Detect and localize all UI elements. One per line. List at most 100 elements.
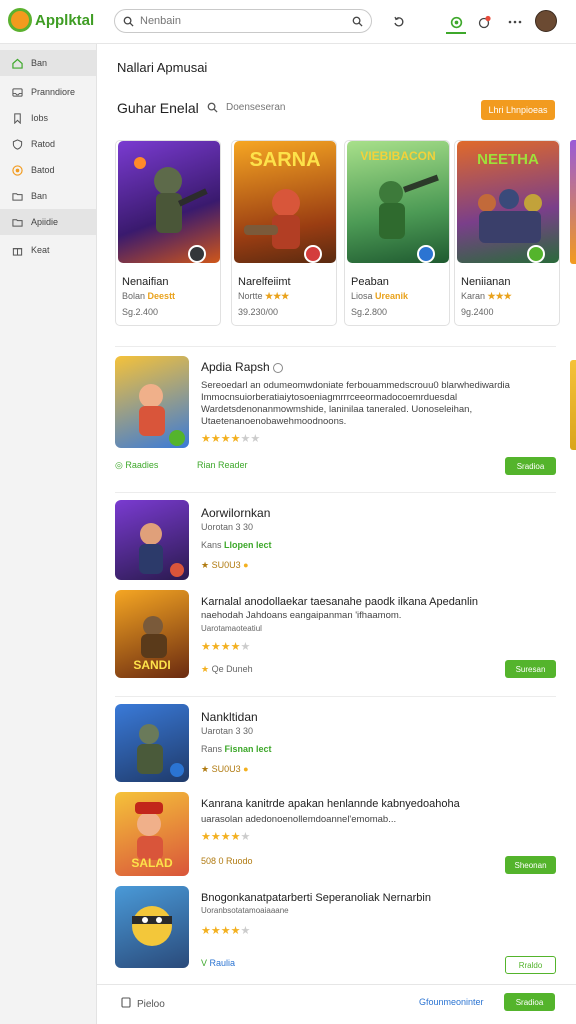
sidebar-item-batod[interactable]: Batod	[0, 157, 96, 183]
game-card[interactable]: VIEBIBACON Peaban Liosa Ureanik Sg.2.800	[344, 140, 450, 326]
search-box[interactable]	[114, 9, 372, 33]
tag-readies[interactable]: ◎ Raadies	[115, 460, 158, 471]
rating-stars: ★★★★★★	[201, 432, 260, 445]
top-bar: Applktal	[0, 0, 576, 44]
game-art: NEETHA	[457, 141, 559, 263]
user-avatar[interactable]	[535, 10, 557, 32]
footer-left[interactable]: Pieloo	[121, 997, 165, 1011]
logo-mark-icon	[8, 8, 32, 32]
list-item[interactable]: SALAD Kanrana kanitrde apakan henlannde …	[115, 792, 556, 882]
game-art	[118, 141, 220, 263]
game-price: 39.230/00	[238, 307, 279, 317]
game-title: Karnalal anodollaekar taesanahe paodk il…	[201, 596, 479, 608]
game-price: Sg.2.800	[351, 307, 388, 317]
platform-badge-icon	[417, 245, 435, 263]
notification-icon[interactable]	[475, 12, 495, 32]
sidebar-item-label: Ban	[31, 191, 48, 201]
folder-icon	[12, 217, 23, 228]
game-meta: 508 0 Ruodo	[201, 856, 253, 866]
list-item[interactable]: Apdia Rapsh Sereoedarl an odumeomwdoniat…	[115, 356, 556, 482]
book-icon	[121, 997, 131, 1011]
section-action-button[interactable]: Lhri Lhnpioeas	[481, 100, 555, 120]
game-thumbnail	[115, 500, 189, 580]
info-icon[interactable]	[273, 362, 284, 373]
bookmark-icon	[12, 112, 23, 124]
game-title: Kanrana kanitrde apakan henlannde kabnye…	[201, 798, 460, 810]
tag-reader[interactable]: Rian Reader	[197, 460, 248, 470]
game-card[interactable]: Nenaifian Bolan Deestt Sg.2.400	[115, 140, 221, 326]
stars-icon: ★★★★★★	[201, 433, 261, 445]
game-art: VIEBIBACON	[347, 141, 449, 263]
section-title: Guhar Enelal	[117, 100, 199, 116]
search-submit-icon[interactable]	[352, 16, 363, 27]
sidebar-item-label: Iobs	[31, 113, 49, 123]
game-art-title: SALAD	[131, 856, 173, 870]
game-art-title: SANDI	[133, 658, 171, 672]
install-button[interactable]: Sradioa	[505, 457, 556, 475]
sidebar-item-label: Apiidie	[31, 217, 59, 227]
page-title: Nallari Apmusai	[117, 60, 208, 75]
game-price: 9g.2400	[461, 307, 494, 317]
list-item[interactable]: SANDI Karnalal anodollaekar taesanahe pa…	[115, 590, 556, 700]
sidebar-item-bookmarks[interactable]: Iobs	[0, 105, 96, 131]
game-title: Bnogonkanatpatarberti Seperanoliak Nerna…	[201, 892, 431, 904]
game-card[interactable]: SARNA Narelfeiimt Nortte ★★★ 39.230/00	[231, 140, 337, 326]
install-button[interactable]: Sheonan	[505, 856, 556, 874]
tag-label[interactable]: V Raulia	[201, 958, 235, 968]
game-subtitle: Uarotamaoteatiul	[201, 624, 262, 633]
install-button[interactable]: Suresan	[505, 660, 556, 678]
rating-badge: ★ SU0U3 ●	[201, 560, 249, 570]
list-item[interactable]: Nankltidan Uarotan 3 30 Rans Fisnan lect…	[115, 704, 556, 786]
stars-icon: ★★★★★	[201, 831, 251, 843]
home-icon	[12, 58, 23, 69]
game-art-title: NEETHA	[477, 151, 539, 168]
search-input[interactable]	[140, 15, 346, 27]
game-title: Aorwilornkan	[201, 506, 271, 520]
shield-icon	[12, 138, 23, 150]
sidebar-item-home[interactable]: Ban	[0, 50, 96, 76]
main-content: Nallari Apmusai Guhar Enelal Doenseseran…	[97, 44, 576, 984]
stars-icon: ★★★★★	[201, 641, 251, 653]
list-item[interactable]: Aorwilornkan Uorotan 3 30 Kans Llopen le…	[115, 500, 556, 582]
game-subtitle: Uoranbsotatamoaiaaane	[201, 906, 289, 915]
carousel-peek	[570, 140, 576, 264]
game-thumbnail: SANDI	[115, 590, 189, 678]
game-meta: Bolan Deestt	[122, 291, 176, 301]
game-thumbnail	[115, 704, 189, 782]
game-title: Narelfeiimt	[238, 276, 291, 288]
game-thumbnail	[115, 356, 189, 448]
game-meta: Nortte ★★★	[238, 291, 290, 301]
app-logo[interactable]: Applktal	[8, 8, 94, 32]
achievements-icon[interactable]	[446, 12, 466, 34]
app-name: Applktal	[35, 11, 95, 29]
game-thumbnail: SALAD	[115, 792, 189, 876]
sidebar-item-rated[interactable]: Ratod	[0, 131, 96, 157]
sidebar: Ban Pranndiore Iobs Ratod Batod Ban Apii…	[0, 44, 97, 1024]
footer-link[interactable]: Gfounmeoninter	[419, 997, 484, 1007]
sidebar-item-label: Ratod	[31, 139, 56, 149]
secondary-button[interactable]: Rraldo	[505, 956, 556, 974]
game-meta: Karan ★★★	[461, 291, 512, 301]
game-subtitle: Uorotan 3 30	[201, 522, 254, 532]
sidebar-item-label: Keat	[31, 245, 50, 255]
more-icon[interactable]	[505, 12, 525, 32]
section-search[interactable]: Doenseseran	[207, 102, 285, 113]
footer-button[interactable]: Sradioa	[504, 993, 555, 1011]
target-icon	[12, 164, 23, 176]
carousel-peek	[570, 360, 576, 450]
rating-stars: ★★★★★	[201, 640, 250, 653]
game-title: Apdia Rapsh	[201, 360, 284, 374]
history-icon[interactable]	[389, 12, 409, 32]
sidebar-item-keat[interactable]: Keat	[0, 237, 96, 263]
game-subtitle: Uarotan 3 30	[201, 726, 254, 736]
sidebar-item-inbox[interactable]: Pranndiore	[0, 79, 96, 105]
game-art-title: VIEBIBACON	[360, 149, 436, 163]
rating-stars: ★★★★★	[201, 830, 250, 843]
sidebar-item-ban[interactable]: Ban	[0, 183, 96, 209]
rating-badge: ★ SU0U3 ●	[201, 764, 249, 774]
sidebar-item-apiidie[interactable]: Apiidie	[0, 209, 96, 235]
section-search-label: Doenseseran	[226, 102, 286, 113]
list-item[interactable]: Bnogonkanatpatarberti Seperanoliak Nerna…	[115, 886, 556, 974]
game-card[interactable]: NEETHA Neniianan Karan ★★★ 9g.2400	[454, 140, 560, 326]
search-icon	[123, 16, 134, 27]
